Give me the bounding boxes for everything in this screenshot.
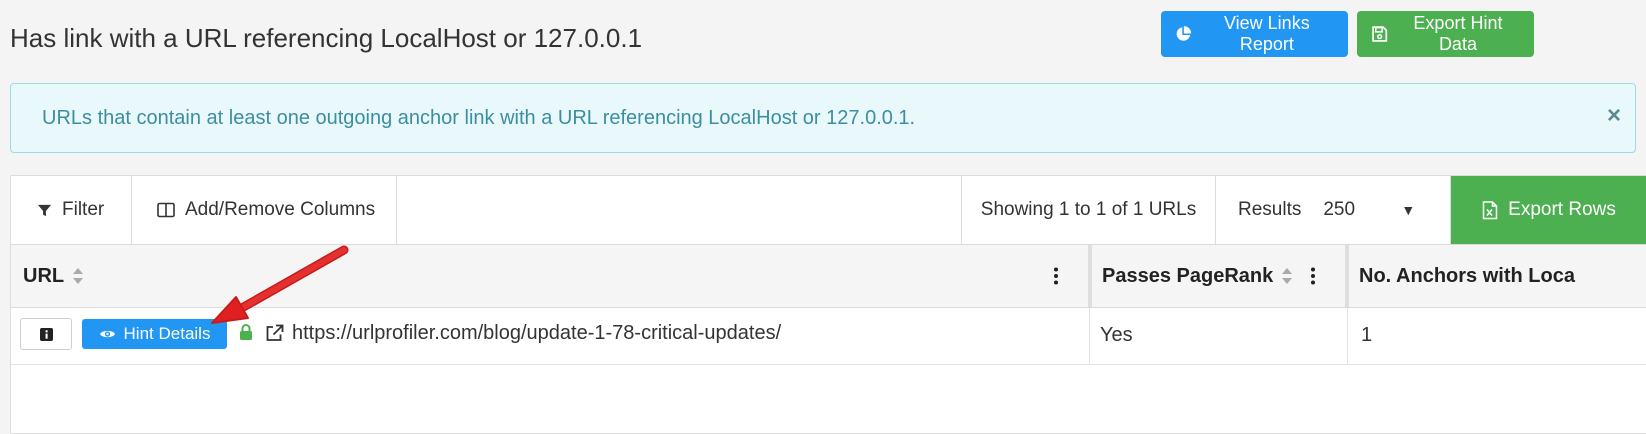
info-alert: URLs that contain at least one outgoing …: [10, 83, 1636, 153]
column-header-url-label: URL: [23, 264, 65, 287]
sort-icon[interactable]: [72, 267, 84, 285]
results-label: Results: [1238, 199, 1302, 220]
view-links-report-label: View Links Report: [1223, 13, 1310, 54]
column-header-anchors-label: No. Anchors with Loca: [1359, 264, 1575, 287]
kebab-icon[interactable]: [1053, 267, 1059, 285]
eye-icon: [99, 330, 115, 338]
column-header-anchors[interactable]: No. Anchors with Loca: [1359, 245, 1646, 307]
page-title: Has link with a URL referencing LocalHos…: [10, 23, 643, 53]
column-header-pagerank-label: Passes PageRank: [1102, 264, 1274, 287]
table-header: URL Passes PageRank No. Anchors with Loc…: [11, 245, 1646, 308]
sort-icon[interactable]: [1281, 267, 1293, 285]
external-link-icon[interactable]: [265, 324, 284, 342]
column-resize-handle[interactable]: [1088, 245, 1092, 307]
save-icon: [1372, 26, 1388, 42]
table-toolbar: Filter Add/Remove Columns Showing 1 to 1…: [11, 176, 1646, 245]
showing-count: Showing 1 to 1 of 1 URLs: [962, 176, 1216, 244]
lock-icon: [240, 324, 252, 340]
chevron-down-icon: ▼: [1401, 202, 1416, 218]
export-rows-label: Export Rows: [1508, 199, 1616, 220]
results-select[interactable]: 250 ▼: [1323, 199, 1415, 221]
column-divider: [1089, 308, 1090, 364]
export-hint-data-label: Export Hint Data: [1413, 13, 1503, 54]
column-resize-handle[interactable]: [1345, 245, 1349, 307]
close-icon[interactable]: ×: [1607, 104, 1621, 128]
export-hint-data-button[interactable]: Export Hint Data: [1357, 11, 1534, 57]
view-links-report-button[interactable]: View Links Report: [1161, 11, 1348, 57]
filter-label: Filter: [62, 199, 105, 220]
columns-icon: [157, 202, 175, 218]
add-remove-columns-button[interactable]: Add/Remove Columns: [132, 176, 397, 244]
columns-label: Add/Remove Columns: [185, 199, 376, 220]
hint-details-label: Hint Details: [123, 324, 211, 343]
table-row: Hint Details https://urlprofiler.com/blo…: [11, 308, 1646, 365]
alert-text: URLs that contain at least one outgoing …: [42, 106, 916, 129]
export-rows-button[interactable]: Export Rows: [1451, 176, 1646, 244]
results-value: 250: [1323, 199, 1356, 220]
results-table-panel: Filter Add/Remove Columns Showing 1 to 1…: [10, 175, 1646, 434]
toolbar-spacer: [397, 176, 962, 244]
hint-details-button[interactable]: Hint Details: [82, 319, 227, 349]
row-url-link[interactable]: https://urlprofiler.com/blog/update-1-78…: [292, 322, 781, 345]
column-header-url[interactable]: URL: [23, 245, 1083, 307]
row-info-button[interactable]: [20, 318, 72, 350]
column-divider: [1347, 308, 1348, 364]
cell-anchors-count: 1: [1361, 324, 1373, 346]
kebab-icon[interactable]: [1310, 267, 1316, 285]
file-excel-icon: [1482, 200, 1498, 219]
results-per-page: Results 250 ▼: [1216, 176, 1451, 244]
cell-passes-pagerank: Yes: [1100, 324, 1133, 346]
pie-chart-icon: [1176, 26, 1192, 41]
page: Has link with a URL referencing LocalHos…: [0, 0, 1646, 434]
filter-button[interactable]: Filter: [11, 176, 132, 244]
filter-icon: [37, 204, 52, 216]
info-icon: [39, 327, 53, 341]
